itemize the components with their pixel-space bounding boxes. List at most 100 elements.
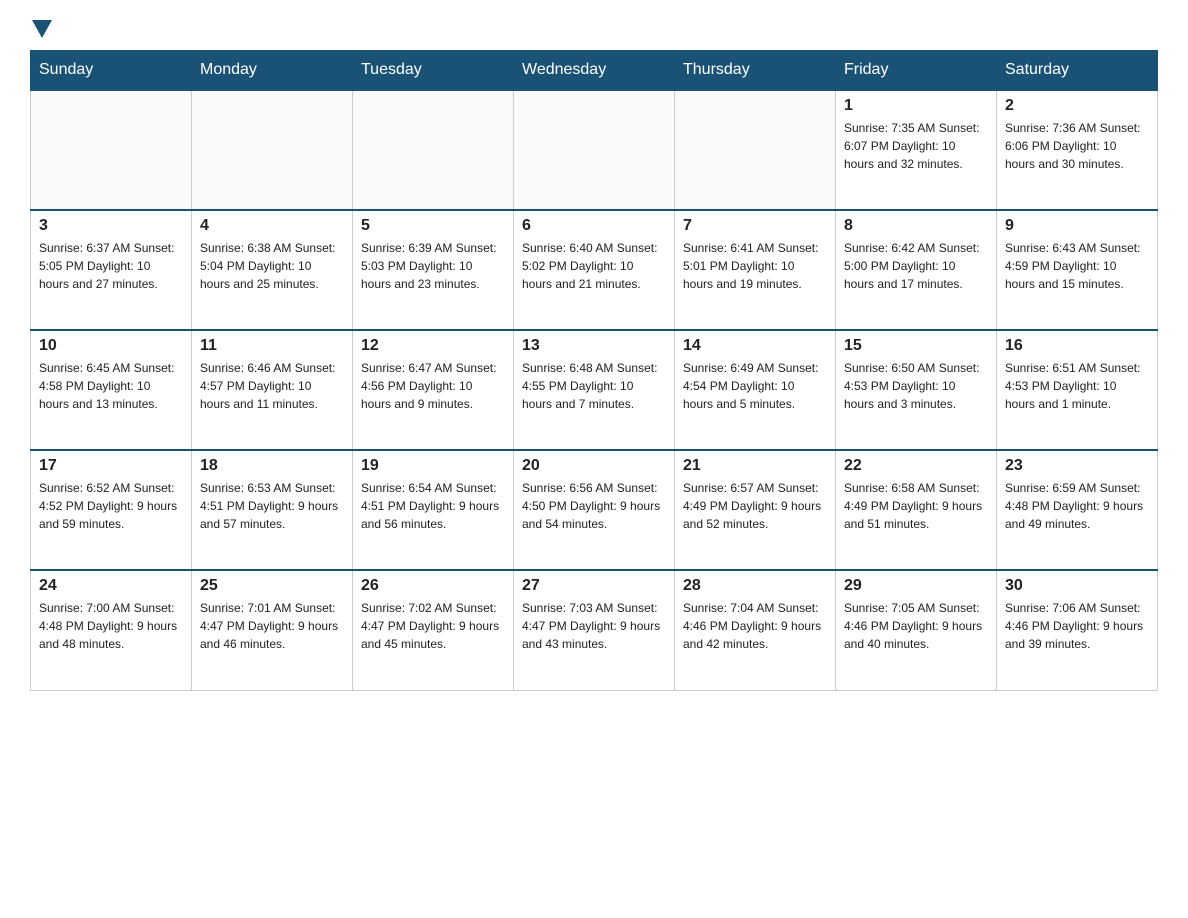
logo-triangle-icon bbox=[32, 20, 52, 38]
calendar-cell: 19Sunrise: 6:54 AM Sunset: 4:51 PM Dayli… bbox=[353, 450, 514, 570]
day-info: Sunrise: 6:41 AM Sunset: 5:01 PM Dayligh… bbox=[683, 239, 827, 293]
logo bbox=[30, 20, 54, 38]
week-row-5: 24 Sunrise: 7:00 AM Sunset: 4:48 PM Dayli… bbox=[31, 570, 1158, 690]
day-info: Sunrise: 7:06 AM Sunset: 4:46 PM Dayligh… bbox=[1005, 599, 1149, 653]
week-row-2: 3Sunrise: 6:37 AM Sunset: 5:05 PM Daylig… bbox=[31, 210, 1158, 330]
calendar-cell: 27 Sunrise: 7:03 AM Sunset: 4:47 PM Dayli… bbox=[514, 570, 675, 690]
calendar-cell: 14Sunrise: 6:49 AM Sunset: 4:54 PM Dayli… bbox=[675, 330, 836, 450]
calendar-cell: 22 Sunrise: 6:58 AM Sunset: 4:49 PM Dayli… bbox=[836, 450, 997, 570]
day-number: 26 bbox=[361, 577, 505, 595]
day-number: 21 bbox=[683, 457, 827, 475]
calendar-cell: 21 Sunrise: 6:57 AM Sunset: 4:49 PM Dayli… bbox=[675, 450, 836, 570]
calendar-cell: 11Sunrise: 6:46 AM Sunset: 4:57 PM Dayli… bbox=[192, 330, 353, 450]
day-number: 25 bbox=[200, 577, 344, 595]
day-number: 24 bbox=[39, 577, 183, 595]
day-info: Sunrise: 6:37 AM Sunset: 5:05 PM Dayligh… bbox=[39, 239, 183, 293]
day-number: 30 bbox=[1005, 577, 1149, 595]
day-number: 12 bbox=[361, 337, 505, 355]
day-number: 15 bbox=[844, 337, 988, 355]
day-number: 20 bbox=[522, 457, 666, 475]
day-info: Sunrise: 7:02 AM Sunset: 4:47 PM Dayligh… bbox=[361, 599, 505, 653]
calendar-cell: 4 Sunrise: 6:38 AM Sunset: 5:04 PM Daylig… bbox=[192, 210, 353, 330]
day-info: Sunrise: 7:35 AM Sunset: 6:07 PM Dayligh… bbox=[844, 119, 988, 173]
calendar-cell: 1 Sunrise: 7:35 AM Sunset: 6:07 PM Daylig… bbox=[836, 90, 997, 210]
day-info: Sunrise: 6:42 AM Sunset: 5:00 PM Dayligh… bbox=[844, 239, 988, 293]
day-info: Sunrise: 6:54 AM Sunset: 4:51 PM Dayligh… bbox=[361, 479, 505, 533]
day-info: Sunrise: 7:04 AM Sunset: 4:46 PM Dayligh… bbox=[683, 599, 827, 653]
day-number: 2 bbox=[1005, 97, 1149, 115]
week-row-4: 17 Sunrise: 6:52 AM Sunset: 4:52 PM Dayli… bbox=[31, 450, 1158, 570]
day-number: 28 bbox=[683, 577, 827, 595]
weekday-header-friday: Friday bbox=[836, 51, 997, 91]
calendar-cell: 8 Sunrise: 6:42 AM Sunset: 5:00 PM Daylig… bbox=[836, 210, 997, 330]
calendar-cell: 23 Sunrise: 6:59 AM Sunset: 4:48 PM Dayli… bbox=[997, 450, 1158, 570]
calendar-cell: 15Sunrise: 6:50 AM Sunset: 4:53 PM Dayli… bbox=[836, 330, 997, 450]
weekday-header-wednesday: Wednesday bbox=[514, 51, 675, 91]
day-info: Sunrise: 6:48 AM Sunset: 4:55 PM Dayligh… bbox=[522, 359, 666, 413]
calendar-cell bbox=[353, 90, 514, 210]
day-info: Sunrise: 7:03 AM Sunset: 4:47 PM Dayligh… bbox=[522, 599, 666, 653]
calendar-cell: 9 Sunrise: 6:43 AM Sunset: 4:59 PM Daylig… bbox=[997, 210, 1158, 330]
calendar-cell: 26 Sunrise: 7:02 AM Sunset: 4:47 PM Dayli… bbox=[353, 570, 514, 690]
day-info: Sunrise: 6:39 AM Sunset: 5:03 PM Dayligh… bbox=[361, 239, 505, 293]
calendar-cell: 6 Sunrise: 6:40 AM Sunset: 5:02 PM Daylig… bbox=[514, 210, 675, 330]
day-info: Sunrise: 6:45 AM Sunset: 4:58 PM Dayligh… bbox=[39, 359, 183, 413]
day-number: 11 bbox=[200, 337, 344, 355]
day-info: Sunrise: 6:56 AM Sunset: 4:50 PM Dayligh… bbox=[522, 479, 666, 533]
calendar-cell bbox=[31, 90, 192, 210]
day-number: 16 bbox=[1005, 337, 1149, 355]
day-info: Sunrise: 7:36 AM Sunset: 6:06 PM Dayligh… bbox=[1005, 119, 1149, 173]
day-info: Sunrise: 6:47 AM Sunset: 4:56 PM Dayligh… bbox=[361, 359, 505, 413]
calendar-cell: 3Sunrise: 6:37 AM Sunset: 5:05 PM Daylig… bbox=[31, 210, 192, 330]
day-info: Sunrise: 6:38 AM Sunset: 5:04 PM Dayligh… bbox=[200, 239, 344, 293]
calendar-cell: 10 Sunrise: 6:45 AM Sunset: 4:58 PM Dayli… bbox=[31, 330, 192, 450]
day-number: 29 bbox=[844, 577, 988, 595]
calendar-cell: 20 Sunrise: 6:56 AM Sunset: 4:50 PM Dayli… bbox=[514, 450, 675, 570]
day-number: 9 bbox=[1005, 217, 1149, 235]
day-info: Sunrise: 6:52 AM Sunset: 4:52 PM Dayligh… bbox=[39, 479, 183, 533]
day-number: 23 bbox=[1005, 457, 1149, 475]
day-info: Sunrise: 6:58 AM Sunset: 4:49 PM Dayligh… bbox=[844, 479, 988, 533]
day-info: Sunrise: 6:49 AM Sunset: 4:54 PM Dayligh… bbox=[683, 359, 827, 413]
day-info: Sunrise: 7:00 AM Sunset: 4:48 PM Dayligh… bbox=[39, 599, 183, 653]
day-info: Sunrise: 7:01 AM Sunset: 4:47 PM Dayligh… bbox=[200, 599, 344, 653]
calendar-cell: 18 Sunrise: 6:53 AM Sunset: 4:51 PM Dayli… bbox=[192, 450, 353, 570]
day-number: 1 bbox=[844, 97, 988, 115]
calendar-cell: 30 Sunrise: 7:06 AM Sunset: 4:46 PM Dayli… bbox=[997, 570, 1158, 690]
day-number: 4 bbox=[200, 217, 344, 235]
calendar-cell: 7 Sunrise: 6:41 AM Sunset: 5:01 PM Daylig… bbox=[675, 210, 836, 330]
calendar-cell: 5 Sunrise: 6:39 AM Sunset: 5:03 PM Daylig… bbox=[353, 210, 514, 330]
calendar-cell: 2 Sunrise: 7:36 AM Sunset: 6:06 PM Daylig… bbox=[997, 90, 1158, 210]
calendar-cell: 25 Sunrise: 7:01 AM Sunset: 4:47 PM Dayli… bbox=[192, 570, 353, 690]
weekday-header-monday: Monday bbox=[192, 51, 353, 91]
day-info: Sunrise: 7:05 AM Sunset: 4:46 PM Dayligh… bbox=[844, 599, 988, 653]
day-info: Sunrise: 6:59 AM Sunset: 4:48 PM Dayligh… bbox=[1005, 479, 1149, 533]
weekday-header-thursday: Thursday bbox=[675, 51, 836, 91]
calendar-cell bbox=[514, 90, 675, 210]
day-number: 6 bbox=[522, 217, 666, 235]
weekday-header-tuesday: Tuesday bbox=[353, 51, 514, 91]
calendar-cell: 12 Sunrise: 6:47 AM Sunset: 4:56 PM Dayli… bbox=[353, 330, 514, 450]
day-number: 10 bbox=[39, 337, 183, 355]
weekday-header-saturday: Saturday bbox=[997, 51, 1158, 91]
week-row-3: 10 Sunrise: 6:45 AM Sunset: 4:58 PM Dayli… bbox=[31, 330, 1158, 450]
day-number: 5 bbox=[361, 217, 505, 235]
page-header bbox=[30, 20, 1158, 38]
day-info: Sunrise: 6:53 AM Sunset: 4:51 PM Dayligh… bbox=[200, 479, 344, 533]
calendar-cell bbox=[675, 90, 836, 210]
calendar-cell: 16 Sunrise: 6:51 AM Sunset: 4:53 PM Dayli… bbox=[997, 330, 1158, 450]
day-number: 17 bbox=[39, 457, 183, 475]
day-info: Sunrise: 6:43 AM Sunset: 4:59 PM Dayligh… bbox=[1005, 239, 1149, 293]
day-info: Sunrise: 6:51 AM Sunset: 4:53 PM Dayligh… bbox=[1005, 359, 1149, 413]
day-info: Sunrise: 6:40 AM Sunset: 5:02 PM Dayligh… bbox=[522, 239, 666, 293]
calendar-cell: 28 Sunrise: 7:04 AM Sunset: 4:46 PM Dayli… bbox=[675, 570, 836, 690]
day-number: 18 bbox=[200, 457, 344, 475]
calendar-cell: 29 Sunrise: 7:05 AM Sunset: 4:46 PM Dayli… bbox=[836, 570, 997, 690]
weekday-header-row: SundayMondayTuesdayWednesdayThursdayFrid… bbox=[31, 51, 1158, 91]
day-number: 22 bbox=[844, 457, 988, 475]
day-number: 8 bbox=[844, 217, 988, 235]
calendar-cell: 13Sunrise: 6:48 AM Sunset: 4:55 PM Dayli… bbox=[514, 330, 675, 450]
day-number: 27 bbox=[522, 577, 666, 595]
day-number: 7 bbox=[683, 217, 827, 235]
day-info: Sunrise: 6:57 AM Sunset: 4:49 PM Dayligh… bbox=[683, 479, 827, 533]
